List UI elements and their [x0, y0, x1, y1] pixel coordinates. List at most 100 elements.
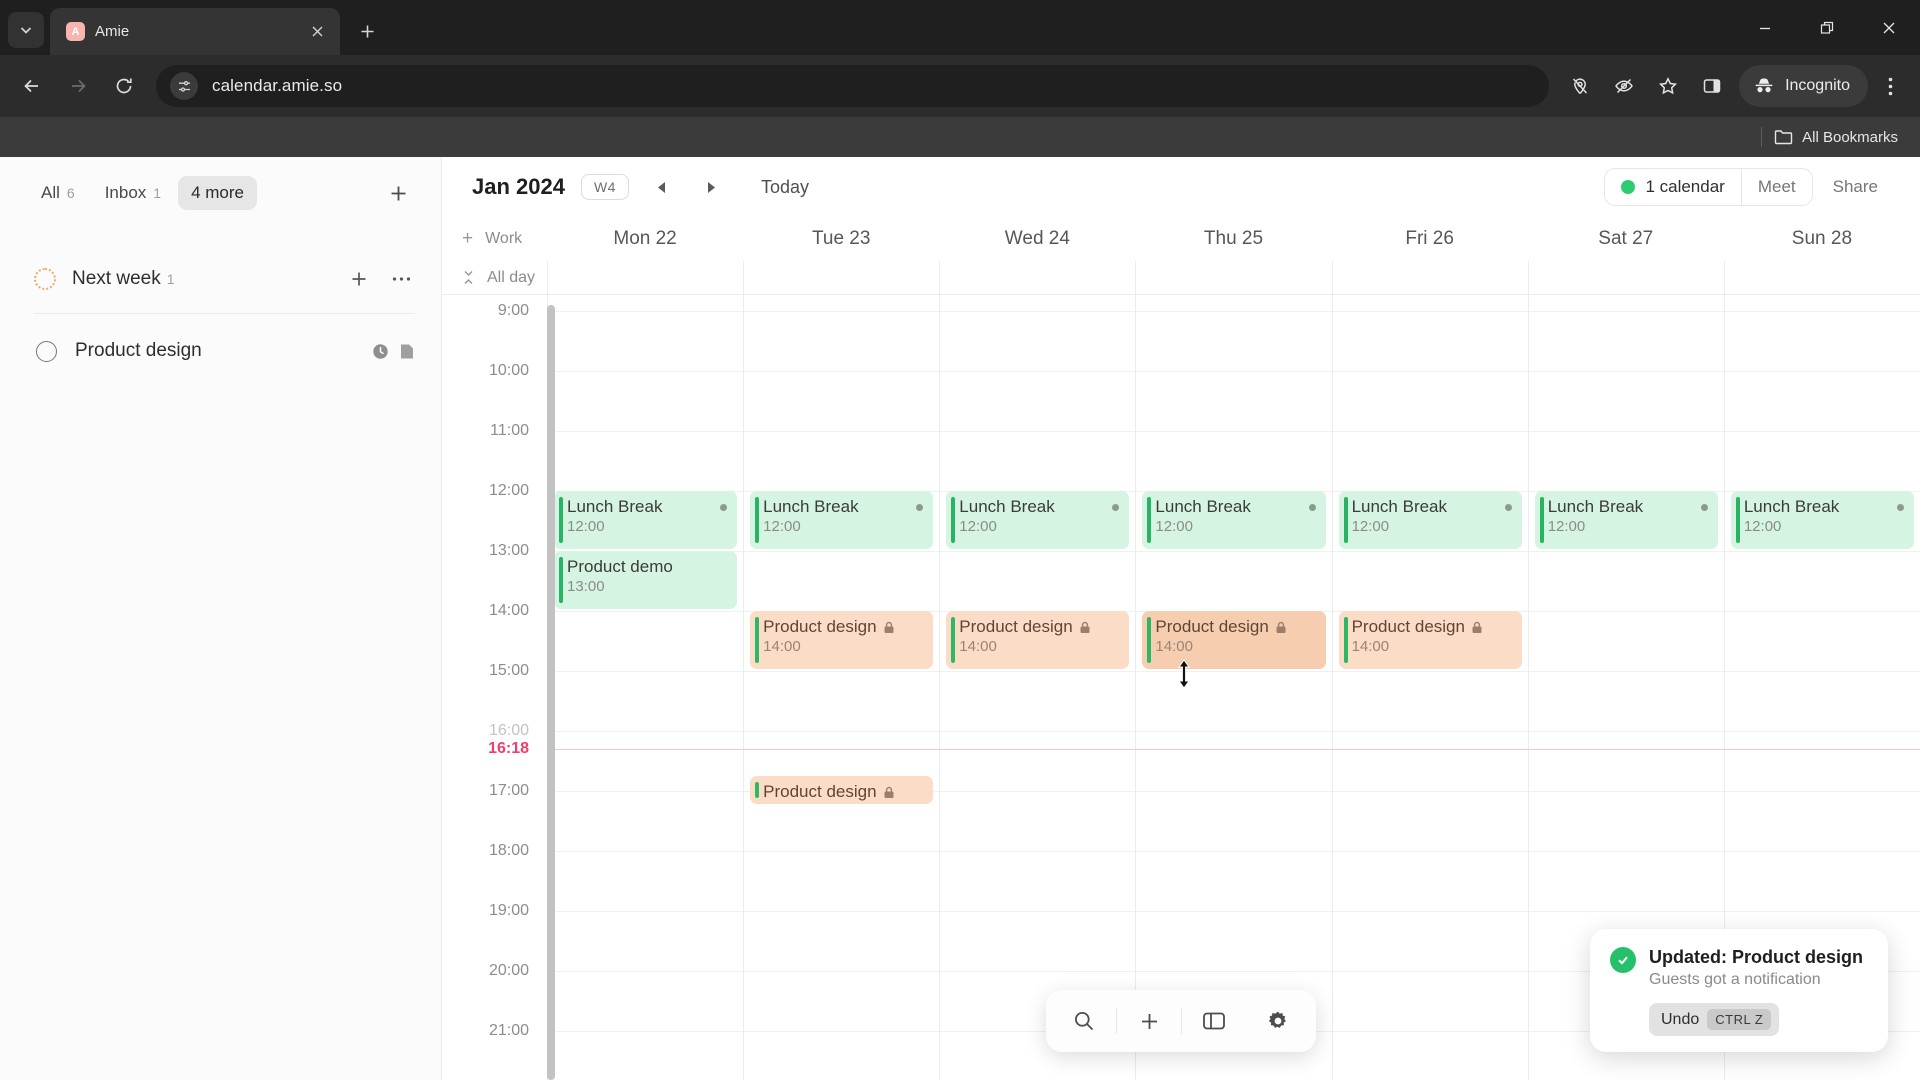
event-time: 14:00 [1351, 638, 1390, 655]
day-column[interactable]: Lunch Break 12:00 Product design 14:00 Produ… [743, 295, 940, 1080]
plus-icon[interactable]: + [462, 228, 473, 250]
eye-off-icon[interactable] [1603, 65, 1645, 107]
event-title: Lunch Break [959, 497, 1120, 517]
location-off-icon[interactable] [1559, 65, 1601, 107]
more-options-icon[interactable] [387, 265, 415, 293]
sidebar-group-count: 1 [166, 271, 175, 287]
calendar-event[interactable]: Lunch Break 12:00 [1534, 491, 1718, 549]
calendar-event[interactable]: Product demo 13:00 [554, 551, 738, 609]
plus-icon[interactable] [1117, 998, 1181, 1044]
event-color-bar [1147, 617, 1152, 663]
week-badge[interactable]: W4 [580, 174, 629, 200]
calendar-event[interactable]: Lunch Break 12:00 [750, 491, 934, 549]
hour-line [940, 971, 1136, 972]
calendar-event[interactable]: Product design 14:00 [1142, 611, 1326, 669]
time-label: 20:00 [488, 962, 529, 979]
restore-icon[interactable] [1796, 0, 1858, 55]
incognito-indicator[interactable]: Incognito [1739, 65, 1868, 107]
event-title: Product design [763, 782, 923, 802]
day-column[interactable]: Lunch Break 12:00 Product design 14:00 [1135, 295, 1332, 1080]
site-settings-icon[interactable] [170, 72, 198, 100]
today-button[interactable]: Today [753, 173, 817, 202]
all-day-cell[interactable] [547, 261, 743, 294]
add-list-button[interactable] [381, 176, 415, 210]
doc-icon[interactable] [399, 343, 415, 360]
incognito-label: Incognito [1785, 77, 1850, 94]
day-header-mon[interactable]: Mon 22 [547, 228, 743, 250]
new-tab-button[interactable] [350, 14, 384, 48]
browser-tab[interactable]: A Amie [50, 8, 340, 55]
plus-icon[interactable] [345, 265, 373, 293]
vertical-scrollbar[interactable] [547, 305, 555, 1080]
sidebar-group-actions [345, 265, 415, 293]
panel-icon[interactable] [1182, 998, 1246, 1044]
calendar-header: Jan 2024 W4 Today 1 calendar Meet Share [442, 157, 1920, 217]
calendar-event[interactable]: Lunch Break 12:00 [1730, 491, 1914, 549]
three-dots-vertical-icon[interactable] [1870, 65, 1910, 107]
day-column[interactable]: Lunch Break 12:00 Product design 14:00 [1331, 295, 1528, 1080]
hour-line [1136, 851, 1332, 852]
calendar-event[interactable]: Product design 14:00 [946, 611, 1130, 669]
sidebar-tab-inbox[interactable]: Inbox 1 [92, 176, 174, 210]
hour-line [1332, 911, 1528, 912]
gear-icon[interactable] [1246, 998, 1310, 1044]
day-header-thu[interactable]: Thu 25 [1135, 228, 1331, 250]
close-window-icon[interactable] [1858, 0, 1920, 55]
calendars-button[interactable]: 1 calendar [1605, 169, 1740, 205]
day-column[interactable]: Lunch Break 12:00 Product demo 13:00 [547, 295, 744, 1080]
day-header-fri[interactable]: Fri 26 [1332, 228, 1528, 250]
calendar-event[interactable]: Product design 14:00 [750, 611, 934, 669]
time-label: 10:00 [488, 362, 529, 379]
all-day-cell[interactable] [743, 261, 939, 294]
reload-icon[interactable] [102, 64, 146, 108]
day-header-sun[interactable]: Sun 28 [1724, 228, 1920, 250]
side-panel-icon[interactable] [1691, 65, 1733, 107]
meet-button[interactable]: Meet [1740, 169, 1812, 205]
time-label: 18:00 [488, 842, 529, 859]
task-label: Product design [75, 340, 202, 361]
back-arrow-icon[interactable] [10, 64, 54, 108]
calendar-event[interactable]: Product design 14:00 [1338, 611, 1522, 669]
all-day-cell[interactable] [1723, 261, 1920, 294]
forward-arrow-icon[interactable] [56, 64, 100, 108]
calendar-event[interactable]: Lunch Break 12:00 [946, 491, 1130, 549]
clock-icon[interactable] [372, 343, 389, 360]
day-header-wed[interactable]: Wed 24 [939, 228, 1135, 250]
day-column[interactable]: Lunch Break 12:00 Product design 14:00 [939, 295, 1136, 1080]
address-bar[interactable]: calendar.amie.so [156, 65, 1550, 107]
collapse-icon[interactable] [462, 270, 475, 285]
next-week-button[interactable] [695, 170, 729, 204]
sidebar-tab-more[interactable]: 4 more [178, 176, 258, 210]
all-day-cell[interactable] [939, 261, 1135, 294]
hour-line [1332, 551, 1528, 552]
event-time: 12:00 [763, 518, 801, 535]
all-day-gutter: All day [442, 261, 547, 294]
hour-line [548, 851, 744, 852]
calendar-event[interactable]: Lunch Break 12:00 [554, 491, 738, 549]
all-day-cell[interactable] [1331, 261, 1528, 294]
all-day-label: All day [487, 268, 536, 286]
day-header-sat[interactable]: Sat 27 [1528, 228, 1724, 250]
calendar-event[interactable]: Lunch Break 12:00 [1142, 491, 1326, 549]
undo-button[interactable]: Undo CTRL Z [1649, 1003, 1780, 1036]
hour-line [1528, 551, 1724, 552]
sidebar-group-header[interactable]: Next week 1 [34, 259, 415, 299]
day-header-tue[interactable]: Tue 23 [743, 228, 939, 250]
close-icon[interactable] [306, 21, 328, 43]
star-icon[interactable] [1647, 65, 1689, 107]
list-item[interactable]: Product design [0, 328, 441, 374]
tab-search-button[interactable] [8, 12, 44, 48]
all-bookmarks-button[interactable]: All Bookmarks [1774, 129, 1898, 146]
hour-line [548, 311, 744, 312]
task-checkbox-icon[interactable] [36, 340, 57, 362]
share-button[interactable]: Share [1819, 169, 1892, 205]
event-time: 14:00 [1155, 638, 1193, 655]
all-day-cell[interactable] [1527, 261, 1724, 294]
calendar-event[interactable]: Lunch Break 12:00 [1338, 491, 1522, 549]
prev-week-button[interactable] [645, 170, 679, 204]
minimize-icon[interactable] [1734, 0, 1796, 55]
search-icon[interactable] [1052, 998, 1116, 1044]
all-day-cell[interactable] [1135, 261, 1331, 294]
sidebar-tab-all[interactable]: All 6 [28, 176, 88, 210]
calendar-event[interactable]: Product design [750, 776, 934, 804]
